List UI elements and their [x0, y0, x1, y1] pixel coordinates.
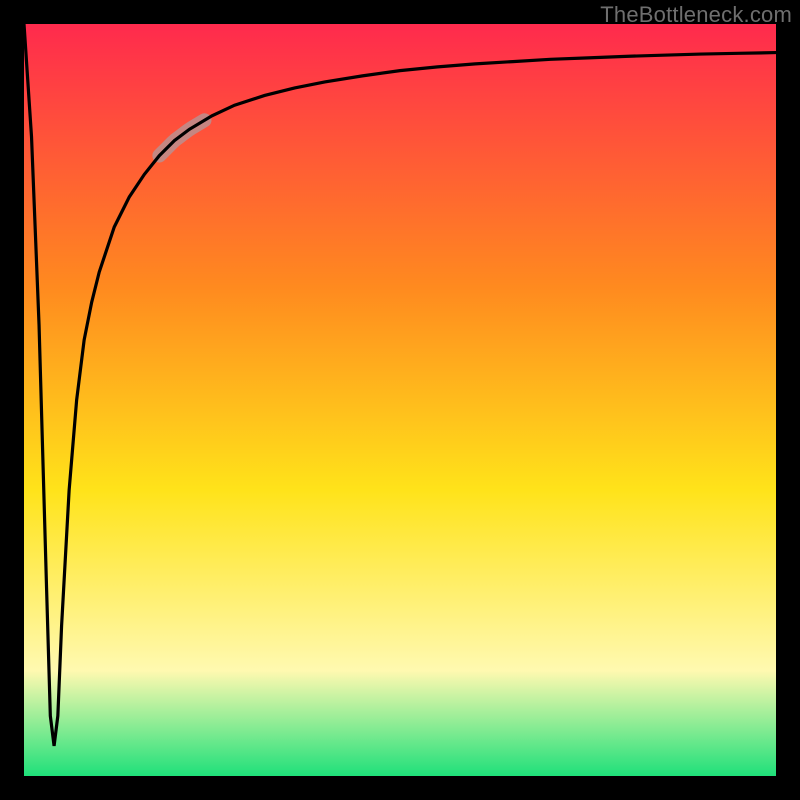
chart-frame: TheBottleneck.com [0, 0, 800, 800]
gradient-background [24, 24, 776, 776]
plot-area [24, 24, 776, 776]
chart-svg [24, 24, 776, 776]
